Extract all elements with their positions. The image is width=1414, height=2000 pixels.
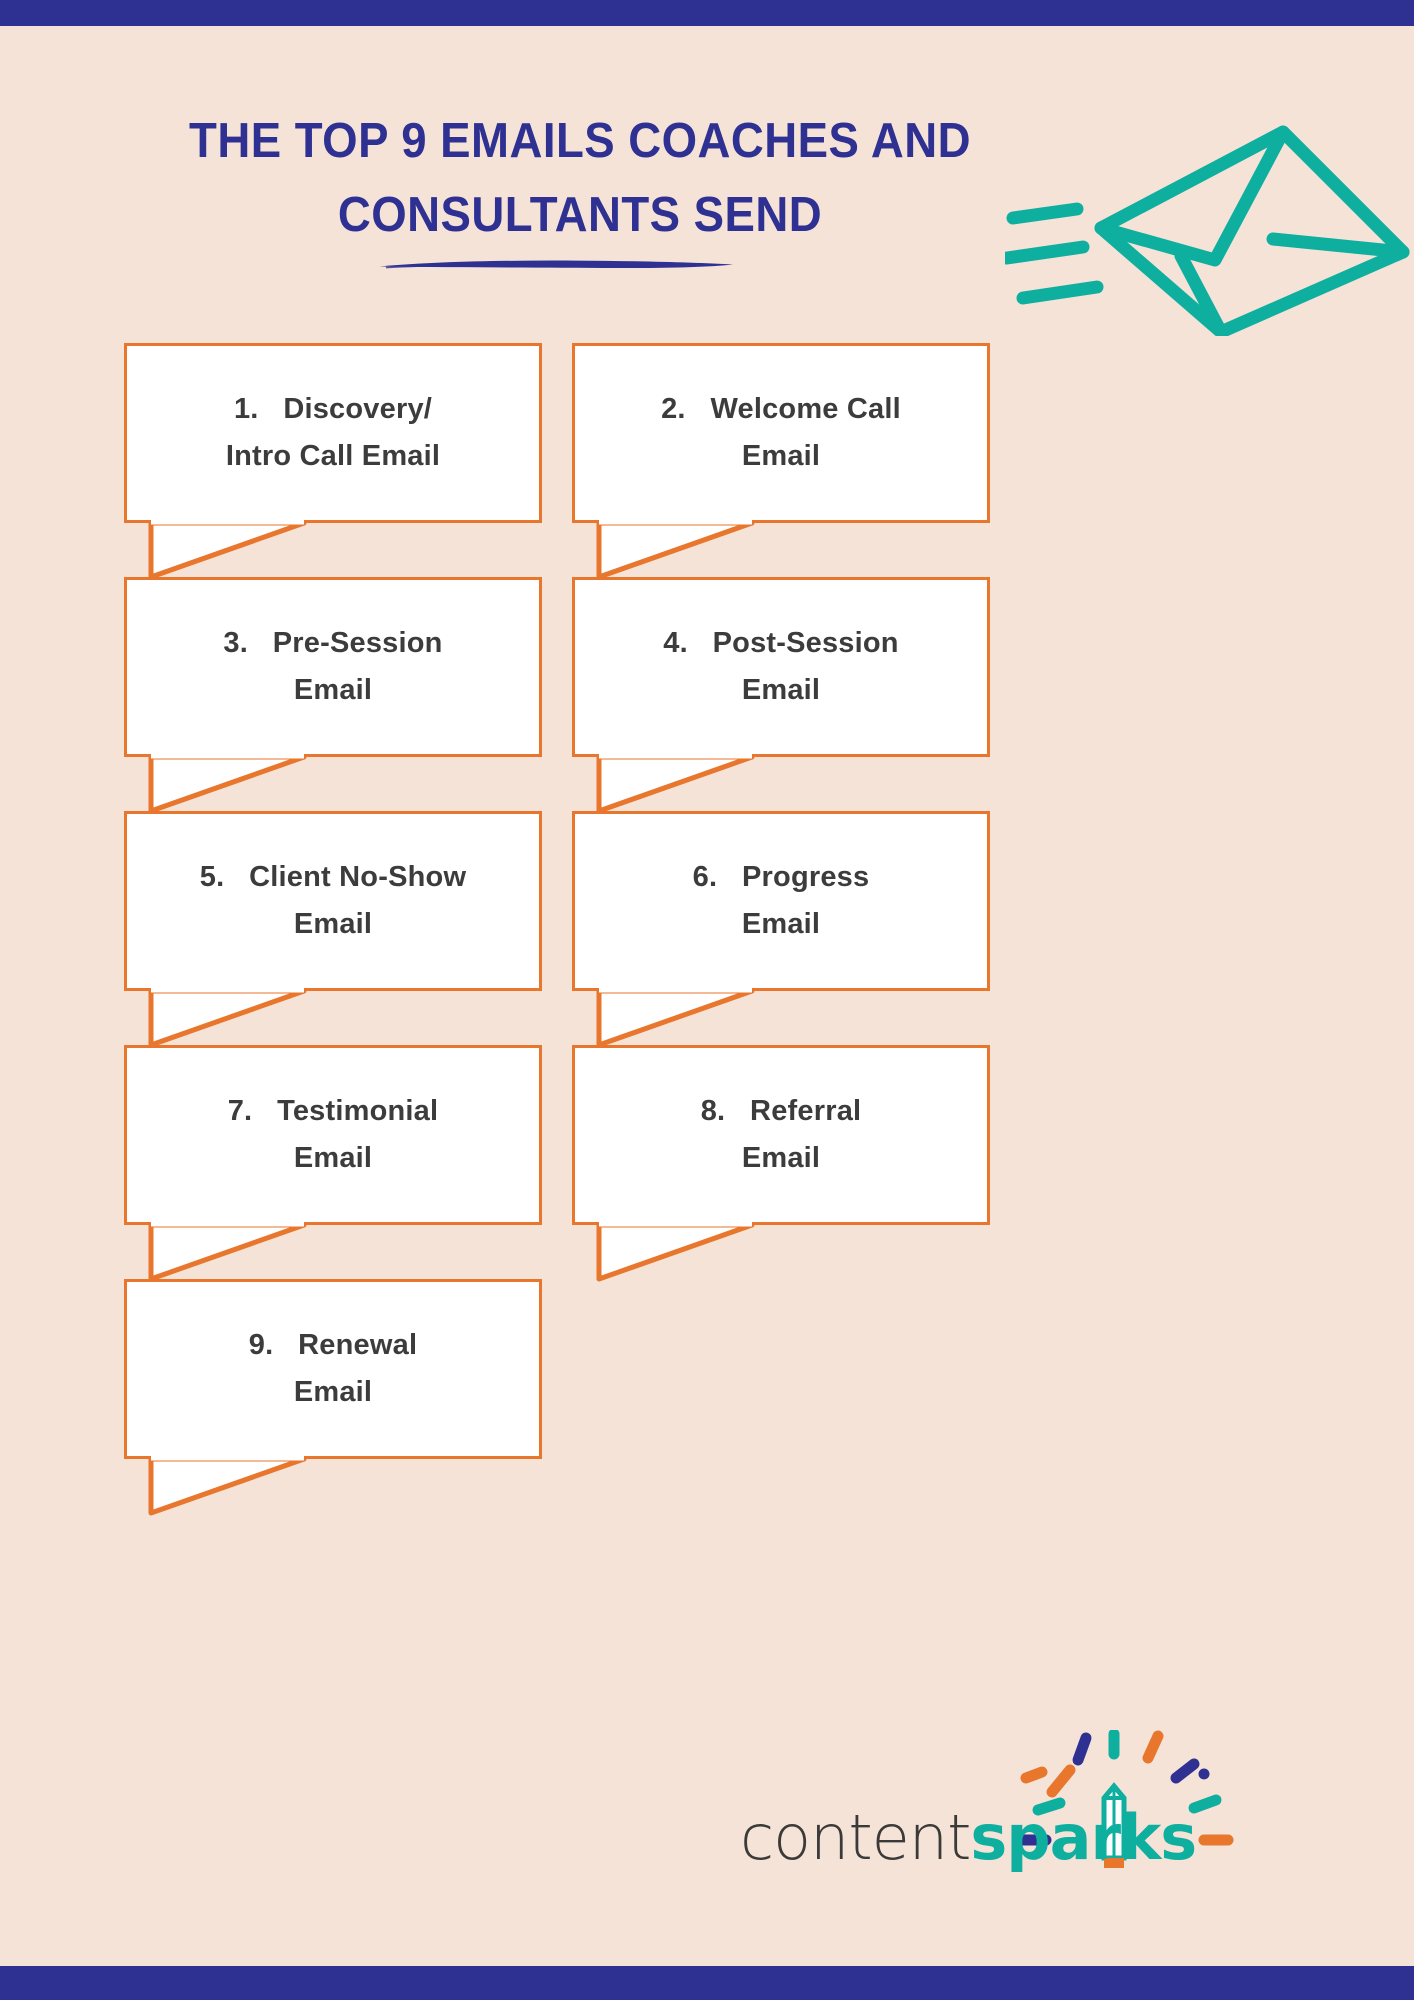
email-bubble-label: 9. Renewal Email [124, 1279, 542, 1459]
email-bubble-line-2: Email [741, 908, 821, 940]
email-bubble-line-1: 7. Testimonial [227, 1095, 439, 1127]
email-bubble-line-2: Email [293, 1376, 373, 1408]
email-bubble-line-1: 3. Pre-Session [223, 627, 443, 659]
email-bubble-line-1: 9. Renewal [248, 1329, 418, 1361]
logo-text-content: content [740, 1801, 971, 1874]
email-bubble-line-2: Email [293, 908, 373, 940]
bottom-accent-bar [0, 1966, 1414, 2000]
brush-underline [379, 260, 733, 269]
email-bubble[interactable]: 6. ProgressEmail6. [572, 811, 990, 1048]
email-bubble[interactable]: 2. Welcome CallEmail2. [572, 343, 990, 580]
speech-bubble-tail [148, 988, 307, 1048]
email-bubble-label: 2. Welcome Call Email [572, 343, 990, 523]
logo-text-sparks: sparks [970, 1801, 1197, 1874]
email-bubble-line-2: Email [741, 674, 821, 706]
email-bubble-line-1: 4. Post-Session [663, 627, 899, 659]
speech-bubble-tail [148, 754, 307, 814]
email-bubble-line-1: 1. Discovery/ [233, 393, 433, 425]
speech-bubble-tail [148, 1222, 307, 1282]
email-bubble-line-2: Intro Call Email [225, 440, 441, 472]
email-bubble-label: 7. Testimonial Email [124, 1045, 542, 1225]
contentsparks-logo: contentsparks [740, 1730, 1260, 1880]
page-title-line-1: THE TOP 9 EMAILS COACHES AND [189, 114, 971, 168]
email-bubble-line-1: 5. Client No-Show [199, 861, 467, 893]
email-bubble-label: 3. Pre-Session Email [124, 577, 542, 757]
email-bubble-line-1: 8. Referral [700, 1095, 862, 1127]
email-bubble-label: 6. Progress Email [572, 811, 990, 991]
email-bubble-label: 1. Discovery/Intro Call Email [124, 343, 542, 523]
email-bubble-label: 5. Client No-Show Email [124, 811, 542, 991]
email-bubble[interactable]: 5. Client No-ShowEmail5. [124, 811, 542, 1048]
speed-line-1 [1006, 202, 1084, 225]
logo-wordmark: contentsparks [740, 1801, 1197, 1874]
email-bubble[interactable]: 9. RenewalEmail9. [124, 1279, 542, 1516]
email-bubble-label: 4. Post-Session Email [572, 577, 990, 757]
speech-bubble-tail [596, 1222, 755, 1282]
speed-line-3 [1016, 280, 1104, 305]
email-bubble[interactable]: 1. Discovery/Intro Call Email1. [124, 343, 542, 580]
envelope-icon [1005, 125, 1410, 336]
email-bubble[interactable]: 8. ReferralEmail8. [572, 1045, 990, 1282]
email-list: 1. Discovery/Intro Call Email1.2. Welcom… [0, 343, 1414, 1943]
page-title-line-2: CONSULTANTS SEND [337, 188, 823, 242]
speech-bubble-tail [596, 754, 755, 814]
speech-bubble-tail [148, 1456, 307, 1516]
page-title: THE TOP 9 EMAILS COACHES AND CONSULTANTS… [152, 104, 1008, 252]
speech-bubble-tail [596, 520, 755, 580]
email-bubble-line-1: 6. Progress [692, 861, 870, 893]
email-bubble[interactable]: 3. Pre-SessionEmail3. [124, 577, 542, 814]
email-bubble[interactable]: 4. Post-SessionEmail4. [572, 577, 990, 814]
speech-bubble-tail [596, 988, 755, 1048]
header: THE TOP 9 EMAILS COACHES AND CONSULTANTS… [0, 26, 1414, 336]
speed-line-2 [1005, 240, 1090, 265]
email-bubble-line-2: Email [293, 674, 373, 706]
email-bubble-line-2: Email [293, 1142, 373, 1174]
email-bubble-line-1: 2. Welcome Call [661, 393, 901, 425]
speech-bubble-tail [148, 520, 307, 580]
top-accent-bar [0, 0, 1414, 26]
email-bubble[interactable]: 7. TestimonialEmail7. [124, 1045, 542, 1282]
email-bubble-line-2: Email [741, 1142, 821, 1174]
email-bubble-label: 8. Referral Email [572, 1045, 990, 1225]
email-bubble-line-2: Email [741, 440, 821, 472]
